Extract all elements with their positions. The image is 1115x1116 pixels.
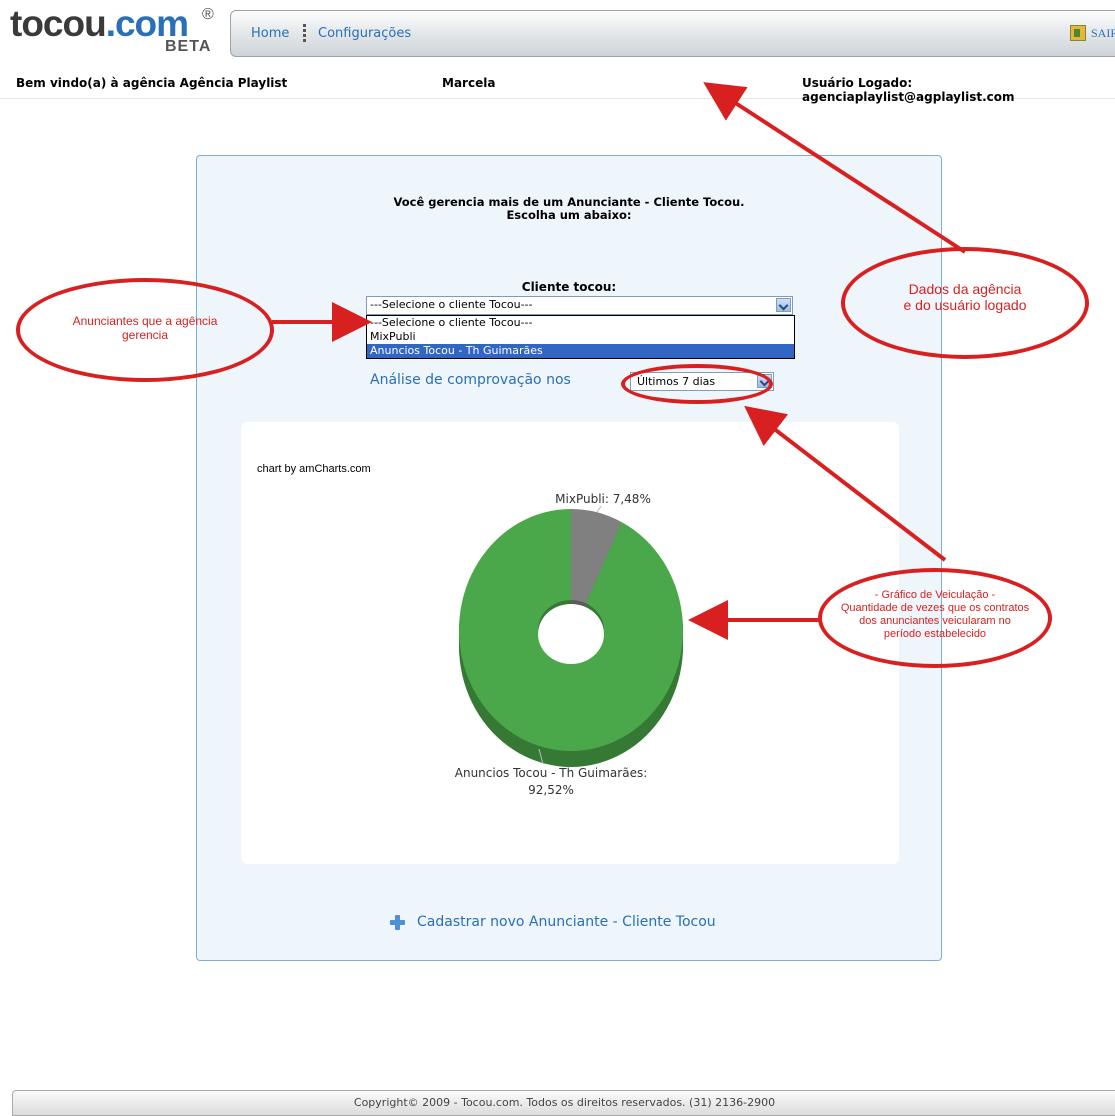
annotation-line: Dados da agência bbox=[908, 281, 1022, 297]
nav-settings-link[interactable]: Configurações bbox=[318, 26, 411, 41]
slice-label-anuncios-line1: Anuncios Tocou - Th Guimarães: bbox=[455, 766, 648, 780]
panel-title-line2: Escolha um abaixo: bbox=[506, 208, 632, 222]
plus-icon bbox=[390, 914, 405, 930]
nav-home-link[interactable]: Home bbox=[251, 26, 289, 41]
exit-label: SAIR bbox=[1091, 25, 1115, 40]
tocou-logo[interactable]: tocou.com ® BETA bbox=[10, 3, 214, 56]
dropdown-option[interactable]: ---Selecione o cliente Tocou--- bbox=[367, 316, 794, 330]
logged-user-text: Usuário Logado: agenciaplaylist@agplayli… bbox=[802, 76, 1015, 104]
annotation-text-chart: - Gráfico de Veiculação - Quantidade de … bbox=[826, 589, 1044, 641]
add-client-button[interactable]: Cadastrar novo Anunciante - Cliente Toco… bbox=[390, 914, 716, 930]
annotation-line: período estabelecido bbox=[883, 628, 987, 640]
annotation-line: - Gráfico de Veiculação - bbox=[874, 589, 996, 601]
client-select[interactable]: ---Selecione o cliente Tocou--- bbox=[366, 296, 793, 315]
exit-door-icon bbox=[1070, 25, 1086, 41]
chevron-down-icon[interactable] bbox=[776, 298, 791, 312]
client-dropdown-list: ---Selecione o cliente Tocou--- MixPubli… bbox=[366, 315, 795, 359]
client-select-value: ---Selecione o cliente Tocou--- bbox=[370, 298, 533, 311]
footer: Copyright© 2009 - Tocou.com. Todos os di… bbox=[12, 1090, 1115, 1116]
user-name: Marcela bbox=[442, 76, 496, 90]
beta-badge: BETA bbox=[165, 38, 212, 55]
dropdown-option[interactable]: MixPubli bbox=[367, 330, 794, 344]
analysis-label: Análise de comprovação nos bbox=[370, 372, 571, 388]
welcome-text: Bem vindo(a) à agência Agência Playlist bbox=[16, 76, 288, 90]
donut-chart: MixPubli: 7,48% Anuncios Tocou - Th Guima… bbox=[455, 492, 683, 797]
registered-mark: ® bbox=[202, 6, 214, 23]
chart-container: chart by amCharts.com MixPubli: 7,48% Anu… bbox=[241, 422, 899, 864]
annotation-line: dos anunciantes veicularam no bbox=[859, 615, 1011, 627]
add-client-label: Cadastrar novo Anunciante - Cliente Toco… bbox=[417, 914, 716, 930]
copyright-text: Copyright© 2009 - Tocou.com. Todos os di… bbox=[353, 1096, 776, 1109]
client-selection-panel: Você gerencia mais de um Anunciante - Cl… bbox=[196, 155, 942, 961]
slice-label-mixpubli: MixPubli: 7,48% bbox=[555, 492, 651, 506]
logo-text: tocou bbox=[10, 3, 107, 44]
nav-separator bbox=[303, 24, 306, 42]
leader-line-mixpubli bbox=[596, 505, 602, 513]
panel-title: Você gerencia mais de um Anunciante - Cl… bbox=[197, 196, 941, 222]
annotation-line: Quantidade de vezes que os contratos bbox=[840, 602, 1030, 614]
client-select-label: Cliente tocou: bbox=[521, 280, 617, 294]
annotation-text-agency: Dados da agência e do usuário logado bbox=[861, 281, 1069, 313]
annotation-ellipse-period bbox=[621, 364, 773, 404]
annotation-line: e do usuário logado bbox=[903, 297, 1027, 313]
top-nav-bar: Home Configurações SAIR bbox=[230, 10, 1115, 57]
annotation-line: gerencia bbox=[121, 328, 169, 342]
dropdown-option-selected[interactable]: Anuncios Tocou - Th Guimarães bbox=[367, 344, 794, 358]
slice-label-anuncios-value: 92,52% bbox=[528, 783, 574, 797]
annotation-text-advertisers: Anunciantes que a agência gerencia bbox=[40, 314, 250, 342]
donut-hole bbox=[538, 604, 604, 664]
user-info-bar: Bem vindo(a) à agência Agência Playlist … bbox=[0, 70, 1115, 104]
annotation-line: Anunciantes que a agência bbox=[72, 314, 218, 328]
exit-button[interactable]: SAIR bbox=[1070, 25, 1115, 41]
